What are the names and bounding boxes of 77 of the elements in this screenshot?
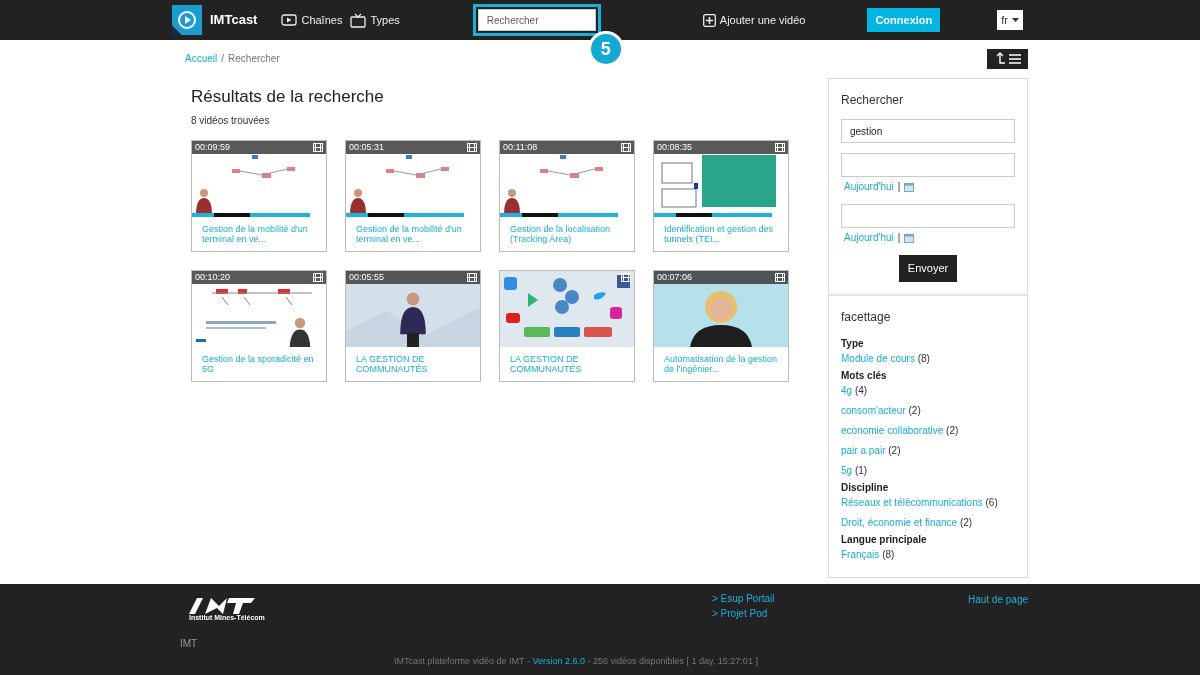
facet-count: (4) xyxy=(854,384,868,396)
duration-label: 00:10:20 xyxy=(195,273,231,283)
footer-org: IMT xyxy=(180,637,199,652)
brand-link[interactable]: IMTcast xyxy=(210,10,258,30)
video-title: Gestion de la mobilité d'un terminal en ve... xyxy=(202,223,309,246)
facet-count: (2) xyxy=(959,516,973,528)
types-link[interactable]: Types xyxy=(350,11,400,29)
facet-group-title: Langue principale xyxy=(841,532,928,547)
language-select[interactable]: fr xyxy=(997,9,1023,31)
logo-icon xyxy=(189,598,255,614)
caret-icon xyxy=(1012,18,1019,22)
date-field[interactable] xyxy=(841,153,1015,177)
film-icon xyxy=(313,273,323,283)
facet-count: (8) xyxy=(882,548,895,560)
video-card[interactable]: 00:09:59 Gestion de la mobilité d'un terminal en ve... xyxy=(191,140,327,253)
step-badge: 5 xyxy=(587,31,624,67)
facet-count: (1) xyxy=(854,464,868,476)
video-card[interactable]: 00:07:06 Automatisation de la gestion de l'ingénier... xyxy=(653,270,789,383)
video-title: Gestion de la sporadicité en 5G xyxy=(202,353,315,376)
calendar-icon[interactable] xyxy=(904,181,915,192)
search-heading: Rechercher xyxy=(841,92,905,109)
video-card[interactable]: 00:10:20 Gestion de la sporadicité en 5G xyxy=(191,270,327,383)
facet-group-title: Discipline xyxy=(841,480,890,495)
version-link[interactable]: Version 2.6.0 xyxy=(532,656,585,667)
channels-link[interactable]: Chaînes xyxy=(281,11,343,29)
duration-label: 00:07:06 xyxy=(657,273,693,283)
film-icon xyxy=(621,273,631,283)
video-card[interactable]: 00:08:35 Identification et gestion des tunnels (TEI... xyxy=(653,140,789,253)
separator: | xyxy=(897,180,901,194)
film-icon xyxy=(467,273,477,283)
submit-button[interactable]: Envoyer xyxy=(898,255,958,282)
video-title: Automatisation de la gestion de l'ingénier... xyxy=(664,353,778,376)
duration-label: 00:09:59 xyxy=(195,143,231,153)
search-field[interactable]: Rechercher xyxy=(477,9,596,31)
query-field[interactable]: gestion xyxy=(841,119,1015,143)
video-title: LA GESTION DE COMMUNAUTÉS xyxy=(510,353,583,376)
facet-count: (2) xyxy=(908,404,921,416)
film-icon xyxy=(621,143,631,153)
facet-count: (2) xyxy=(946,424,959,436)
logo-icon[interactable] xyxy=(172,5,202,35)
plus-icon xyxy=(702,13,716,27)
duration-label: 00:11:08 xyxy=(503,143,538,153)
facets-heading: facettage xyxy=(841,308,892,326)
facet-group-title: Type xyxy=(841,336,865,351)
play-icon xyxy=(281,12,298,28)
facet-group-title: Mots clés xyxy=(841,368,888,383)
tv-icon xyxy=(350,12,367,28)
breadcrumb-current: Rechercher xyxy=(228,52,280,66)
date-field[interactable] xyxy=(841,204,1015,228)
footer-info: IMTcast plateforme vidéo de IMT - Version 2.6.0 - 256 vidéos disponibles [ 1 day, 15:27:01 ] xyxy=(394,655,759,669)
facet-count: (8) xyxy=(917,352,930,364)
facet-count: (2) xyxy=(888,444,901,456)
breadcrumb-separator: / xyxy=(221,52,225,66)
video-card[interactable]: 00:05:55 LA GESTION DE COMMUNAUTÉS xyxy=(345,270,481,383)
back-to-top-link[interactable]: Haut de page xyxy=(967,592,1028,623)
duration-label: 00:05:55 xyxy=(349,273,385,283)
add-video-link[interactable]: Ajouter une vidéo xyxy=(702,11,806,29)
video-title: Identification et gestion des tunnels (TEI... xyxy=(664,223,775,246)
facet-count: (6) xyxy=(985,496,998,508)
film-icon xyxy=(467,143,477,153)
separator: | xyxy=(897,231,901,245)
results-heading: Résultats de la recherche xyxy=(191,87,385,108)
video-title: LA GESTION DE COMMUNAUTÉS xyxy=(356,353,429,376)
video-title: Gestion de la localisation (Tracking Area) xyxy=(510,223,612,246)
film-icon xyxy=(775,143,785,153)
video-title: Gestion de la mobilité d'un terminal en ve... xyxy=(356,223,463,246)
menu-button[interactable] xyxy=(987,48,1028,69)
duration-label: 00:08:35 xyxy=(657,143,693,153)
video-card[interactable]: 00:11:08 Gestion de la localisation (Tracking Area) xyxy=(499,140,635,253)
film-icon xyxy=(313,143,323,153)
film-icon xyxy=(775,273,785,283)
footer-link[interactable]: > Esup Portail xyxy=(711,592,968,607)
footer-link[interactable]: > Projet Pod xyxy=(711,606,968,621)
video-card[interactable]: 00:05:31 Gestion de la mobilité d'un terminal en ve... xyxy=(345,140,481,253)
results-count: 8 vidéos trouvées xyxy=(191,114,271,129)
calendar-icon[interactable] xyxy=(904,232,915,243)
duration-label: 00:05:31 xyxy=(349,143,385,153)
